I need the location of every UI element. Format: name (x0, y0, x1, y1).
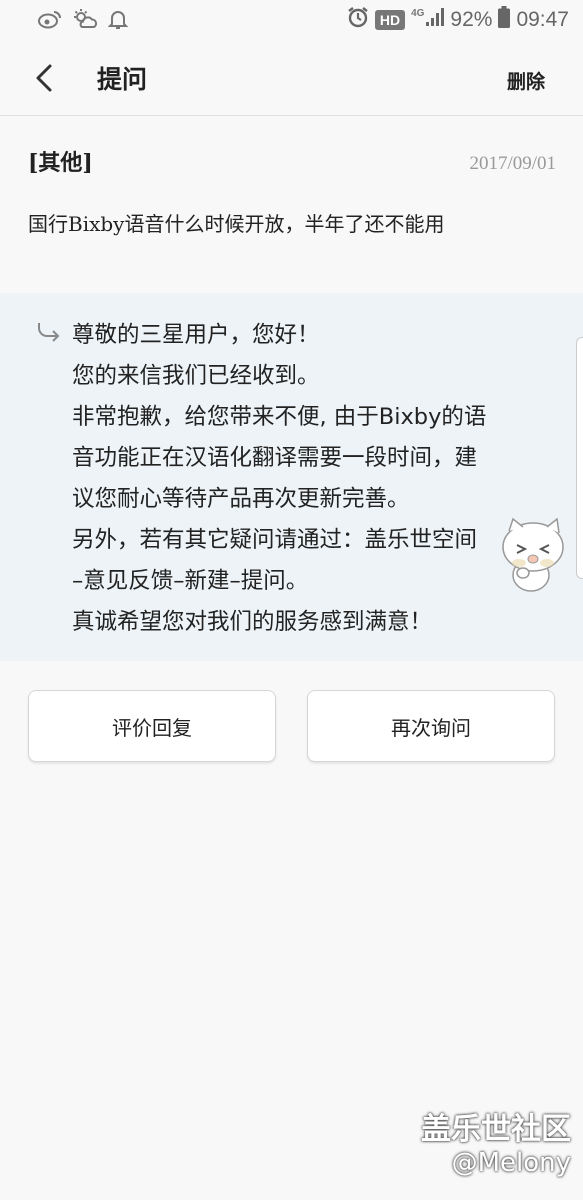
ask-again-button[interactable]: 再次询问 (307, 690, 555, 762)
reply-line: 音功能正在汉语化翻译需要一段时间，建 (72, 445, 478, 471)
reply-line: 议您耐心等待产品再次更新完善。 (72, 486, 410, 512)
reply-line: 您的来信我们已经收到。 (72, 363, 320, 389)
back-button[interactable] (28, 60, 62, 96)
reply-line: 尊敬的三星用户，您好！ (72, 322, 320, 348)
status-right-icons: HD 4G 92% 09:47 (347, 6, 569, 34)
battery-icon (498, 6, 511, 34)
app-header: 提问 删除 (0, 40, 583, 116)
chevron-left-icon (28, 64, 62, 100)
reply-line: 真诚希望您对我们的服务感到满意！ (72, 609, 433, 635)
signal-icon (426, 8, 445, 32)
network-type: 4G (411, 7, 425, 19)
reply-text: 尊敬的三星用户，您好！ 您的来信我们已经收到。 非常抱歉，给您带来不便, 由于B… (72, 315, 550, 643)
reply-line: 另外，若有其它疑问请通过：盖乐世空间 (72, 527, 478, 553)
cat-sticker-icon (497, 515, 569, 595)
rate-reply-button[interactable]: 评价回复 (28, 690, 276, 762)
clock: 09:47 (516, 8, 569, 31)
question-date: 2017/09/01 (469, 153, 556, 174)
reply-line: 非常抱歉，给您带来不便, 由于Bixby的语 (72, 404, 487, 430)
watermark-user: @Melony (451, 1148, 571, 1178)
reply-line: –意见反馈–新建–提问。 (72, 568, 309, 594)
reply-arrow-icon (36, 321, 62, 343)
alarm-icon (347, 6, 369, 34)
weibo-icon (38, 9, 62, 33)
status-left-icons (38, 9, 129, 33)
bell-icon (107, 9, 129, 33)
question-category: [其他] (28, 150, 93, 176)
hd-badge: HD (374, 10, 406, 30)
delete-button[interactable]: 删除 (507, 67, 545, 94)
status-bar: HD 4G 92% 09:47 (0, 0, 583, 40)
reply-panel: 尊敬的三星用户，您好！ 您的来信我们已经收到。 非常抱歉，给您带来不便, 由于B… (0, 293, 583, 661)
weather-icon (72, 9, 98, 33)
scroll-indicator[interactable] (576, 337, 583, 579)
battery-percent: 92% (450, 8, 493, 31)
page-title: 提问 (97, 65, 148, 94)
question-text: 国行Bixby语音什么时候开放，半年了还不能用 (28, 212, 445, 236)
watermark-community: 盖乐世社区 (421, 1112, 571, 1147)
